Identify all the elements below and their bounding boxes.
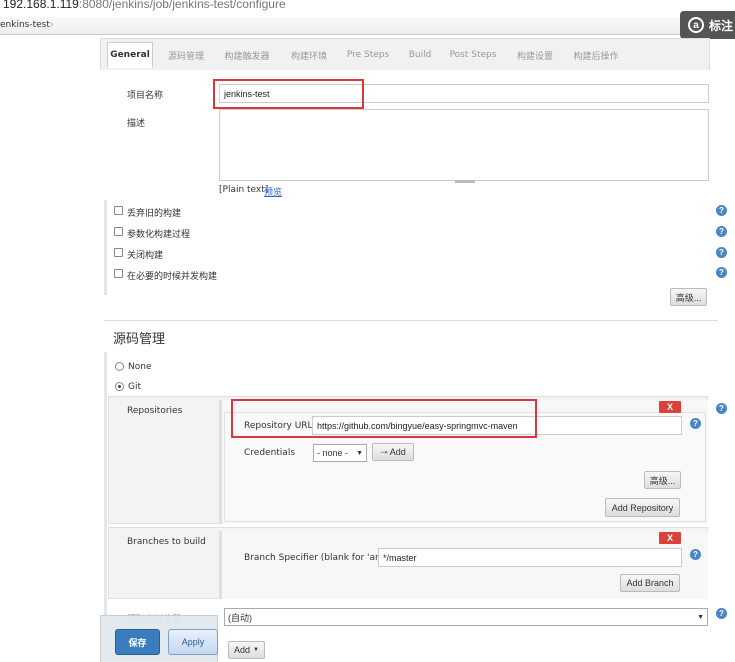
breadcrumb-item-job[interactable]: enkins-test xyxy=(0,20,50,30)
annotate-label: 标注 xyxy=(709,18,734,33)
add-repository-button[interactable]: Add Repository xyxy=(605,498,680,517)
branch-specifier-label: Branch Specifier (blank for 'any') xyxy=(244,553,393,563)
remove-branch-button[interactable]: X xyxy=(659,532,681,544)
help-icon[interactable]: ? xyxy=(716,267,727,278)
tab-scm[interactable]: 源码管理 xyxy=(160,44,212,66)
scm-git-radio[interactable] xyxy=(115,382,124,391)
textarea-resize-handle[interactable] xyxy=(455,180,475,183)
concurrent-build-label: 在必要的时候并发构建 xyxy=(127,272,218,282)
chevron-down-icon: ▼ xyxy=(356,449,363,457)
tab-pre-steps[interactable]: Pre Steps xyxy=(340,44,396,66)
address-url: 192.168.1.119:8080/jenkins/job/jenkins-t… xyxy=(3,0,286,11)
help-icon[interactable]: ? xyxy=(690,418,701,429)
tab-build-settings[interactable]: 构建设置 xyxy=(510,44,560,66)
section-rule xyxy=(104,200,107,295)
breadcrumb: enkins-test › xyxy=(0,17,735,35)
additional-behaviours-add-button[interactable]: Add ▼ xyxy=(228,641,265,659)
url-path: :8080/jenkins/job/jenkins-test/configure xyxy=(78,0,286,11)
additional-add-label: Add xyxy=(234,645,251,655)
section-divider xyxy=(104,320,718,321)
url-host: 192.168.1.119 xyxy=(3,0,79,11)
preview-link[interactable]: 预览 xyxy=(264,185,282,198)
tab-build[interactable]: Build xyxy=(402,44,438,66)
chevron-down-icon: ▼ xyxy=(697,613,704,621)
disable-build-label: 关闭构建 xyxy=(127,251,164,261)
scm-none-label: None xyxy=(128,362,152,372)
help-icon[interactable]: ? xyxy=(716,608,727,619)
address-bar[interactable]: 192.168.1.119:8080/jenkins/job/jenkins-t… xyxy=(0,0,735,14)
annotate-button[interactable]: a 标注 xyxy=(680,11,735,39)
annotate-icon: a xyxy=(688,17,704,33)
scm-none-radio[interactable] xyxy=(115,362,124,371)
parameterized-label: 参数化构建过程 xyxy=(127,230,191,240)
remove-repository-button[interactable]: X xyxy=(659,401,681,413)
highlight-box xyxy=(213,79,364,109)
general-advanced-button[interactable]: 高级... xyxy=(670,288,707,306)
repo-browser-value: (自动) xyxy=(228,612,252,623)
help-icon[interactable]: ? xyxy=(716,403,727,414)
section-rule xyxy=(104,352,107,652)
repo-browser-select[interactable]: (自动) ▼ xyxy=(224,608,708,626)
branch-specifier-input[interactable]: */master xyxy=(378,548,682,567)
project-name-label: 项目名称 xyxy=(127,91,164,101)
discard-builds-checkbox[interactable] xyxy=(114,206,123,215)
highlight-box xyxy=(231,399,537,438)
add-credentials-label: Add xyxy=(389,447,406,457)
help-icon[interactable]: ? xyxy=(716,247,727,258)
help-icon[interactable]: ? xyxy=(690,549,701,560)
help-icon[interactable]: ? xyxy=(716,226,727,237)
add-credentials-button[interactable]: ⊸ Add xyxy=(372,443,414,461)
save-button[interactable]: 保存 xyxy=(115,629,160,655)
branches-label: Branches to build xyxy=(127,537,206,547)
chevron-down-icon: ▼ xyxy=(253,647,259,653)
tab-triggers[interactable]: 构建触发器 xyxy=(218,44,276,66)
scm-section-title: 源码管理 xyxy=(113,332,166,347)
breadcrumb-arrow-icon: › xyxy=(50,20,54,30)
credentials-value: - none - xyxy=(317,448,349,458)
credentials-select[interactable]: - none - ▼ xyxy=(313,444,367,462)
key-icon: ⊸ xyxy=(380,446,388,457)
repository-advanced-button[interactable]: 高级... xyxy=(644,471,681,489)
description-label: 描述 xyxy=(127,119,146,129)
tab-post-build[interactable]: 构建后操作 xyxy=(566,44,626,66)
concurrent-build-checkbox[interactable] xyxy=(114,269,123,278)
parameterized-checkbox[interactable] xyxy=(114,227,123,236)
repositories-label: Repositories xyxy=(127,406,183,416)
tab-general[interactable]: General xyxy=(107,42,153,68)
plain-text-label: [Plain text] xyxy=(219,185,269,195)
add-branch-button[interactable]: Add Branch xyxy=(620,574,680,592)
scm-git-label: Git xyxy=(128,382,142,392)
apply-button[interactable]: Apply xyxy=(168,629,218,655)
credentials-label: Credentials xyxy=(244,448,296,458)
description-textarea[interactable] xyxy=(219,109,709,181)
tab-build-env[interactable]: 构建环境 xyxy=(284,44,334,66)
help-icon[interactable]: ? xyxy=(716,205,727,216)
disable-build-checkbox[interactable] xyxy=(114,248,123,257)
tab-post-steps[interactable]: Post Steps xyxy=(444,44,502,66)
discard-builds-label: 丢弃旧的构建 xyxy=(127,209,182,219)
